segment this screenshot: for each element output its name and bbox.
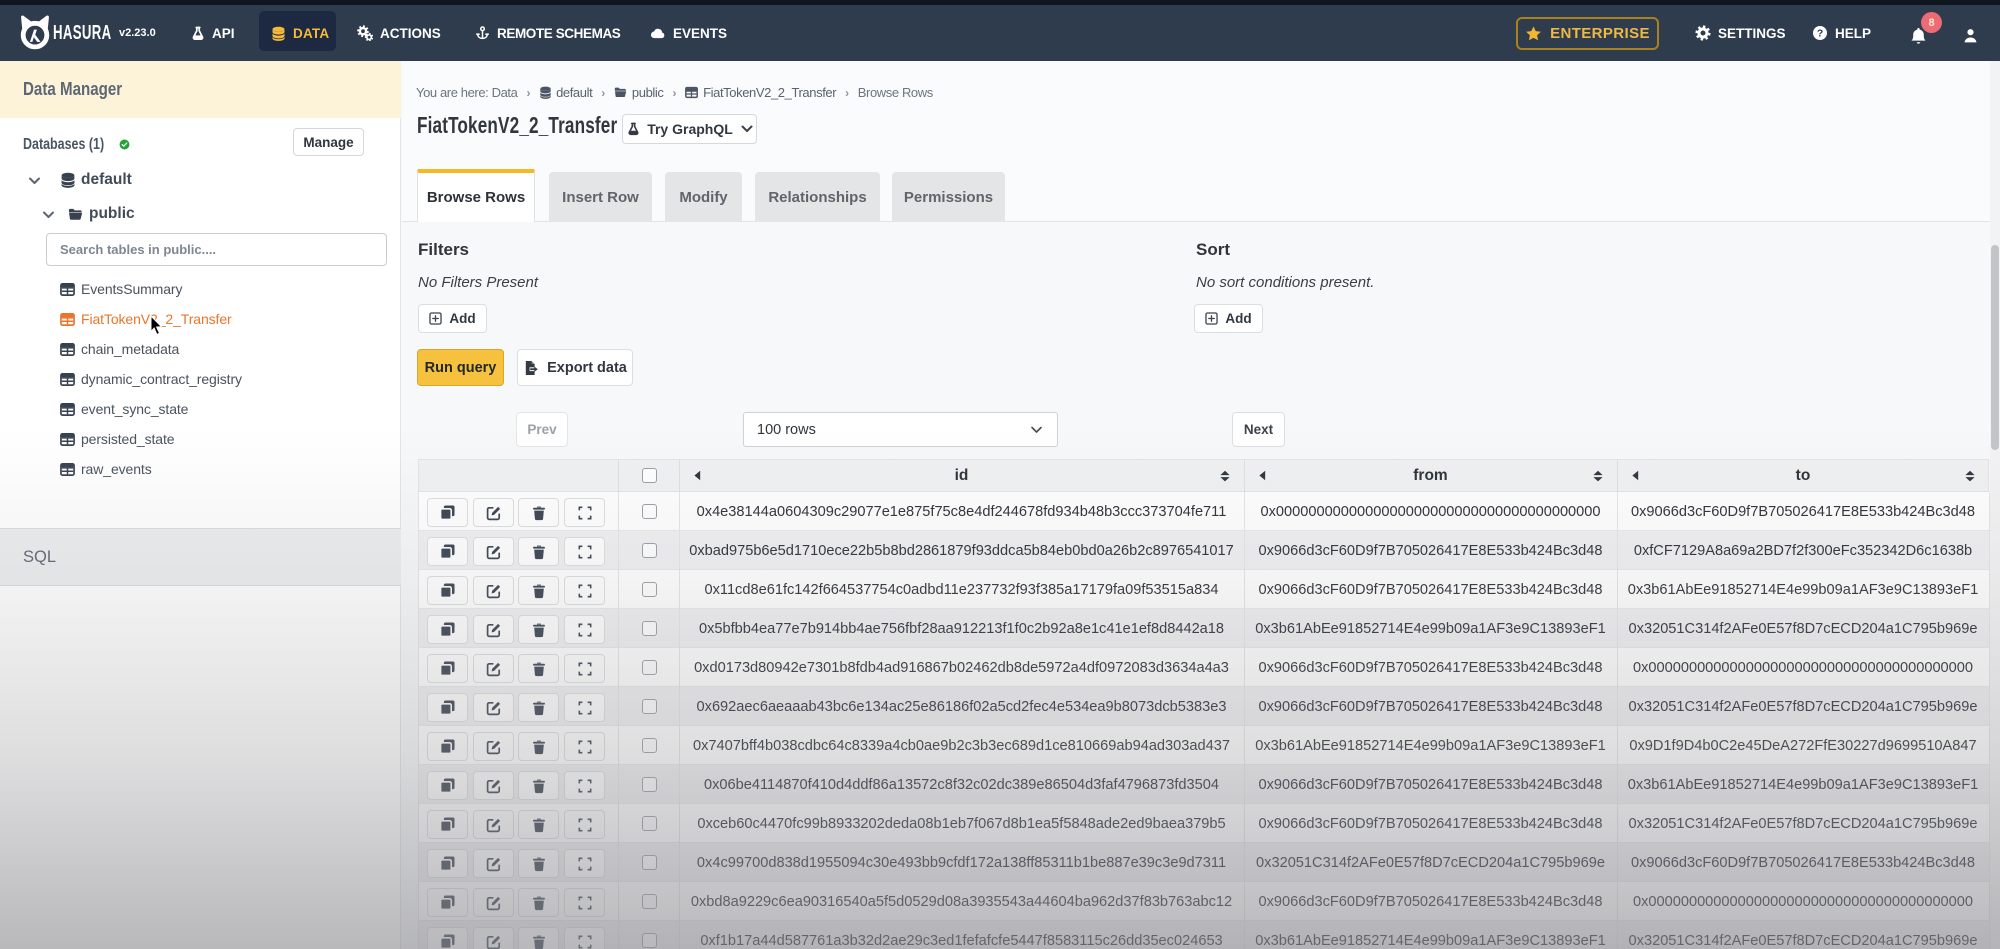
svg-text:?: ? [1817, 28, 1823, 39]
